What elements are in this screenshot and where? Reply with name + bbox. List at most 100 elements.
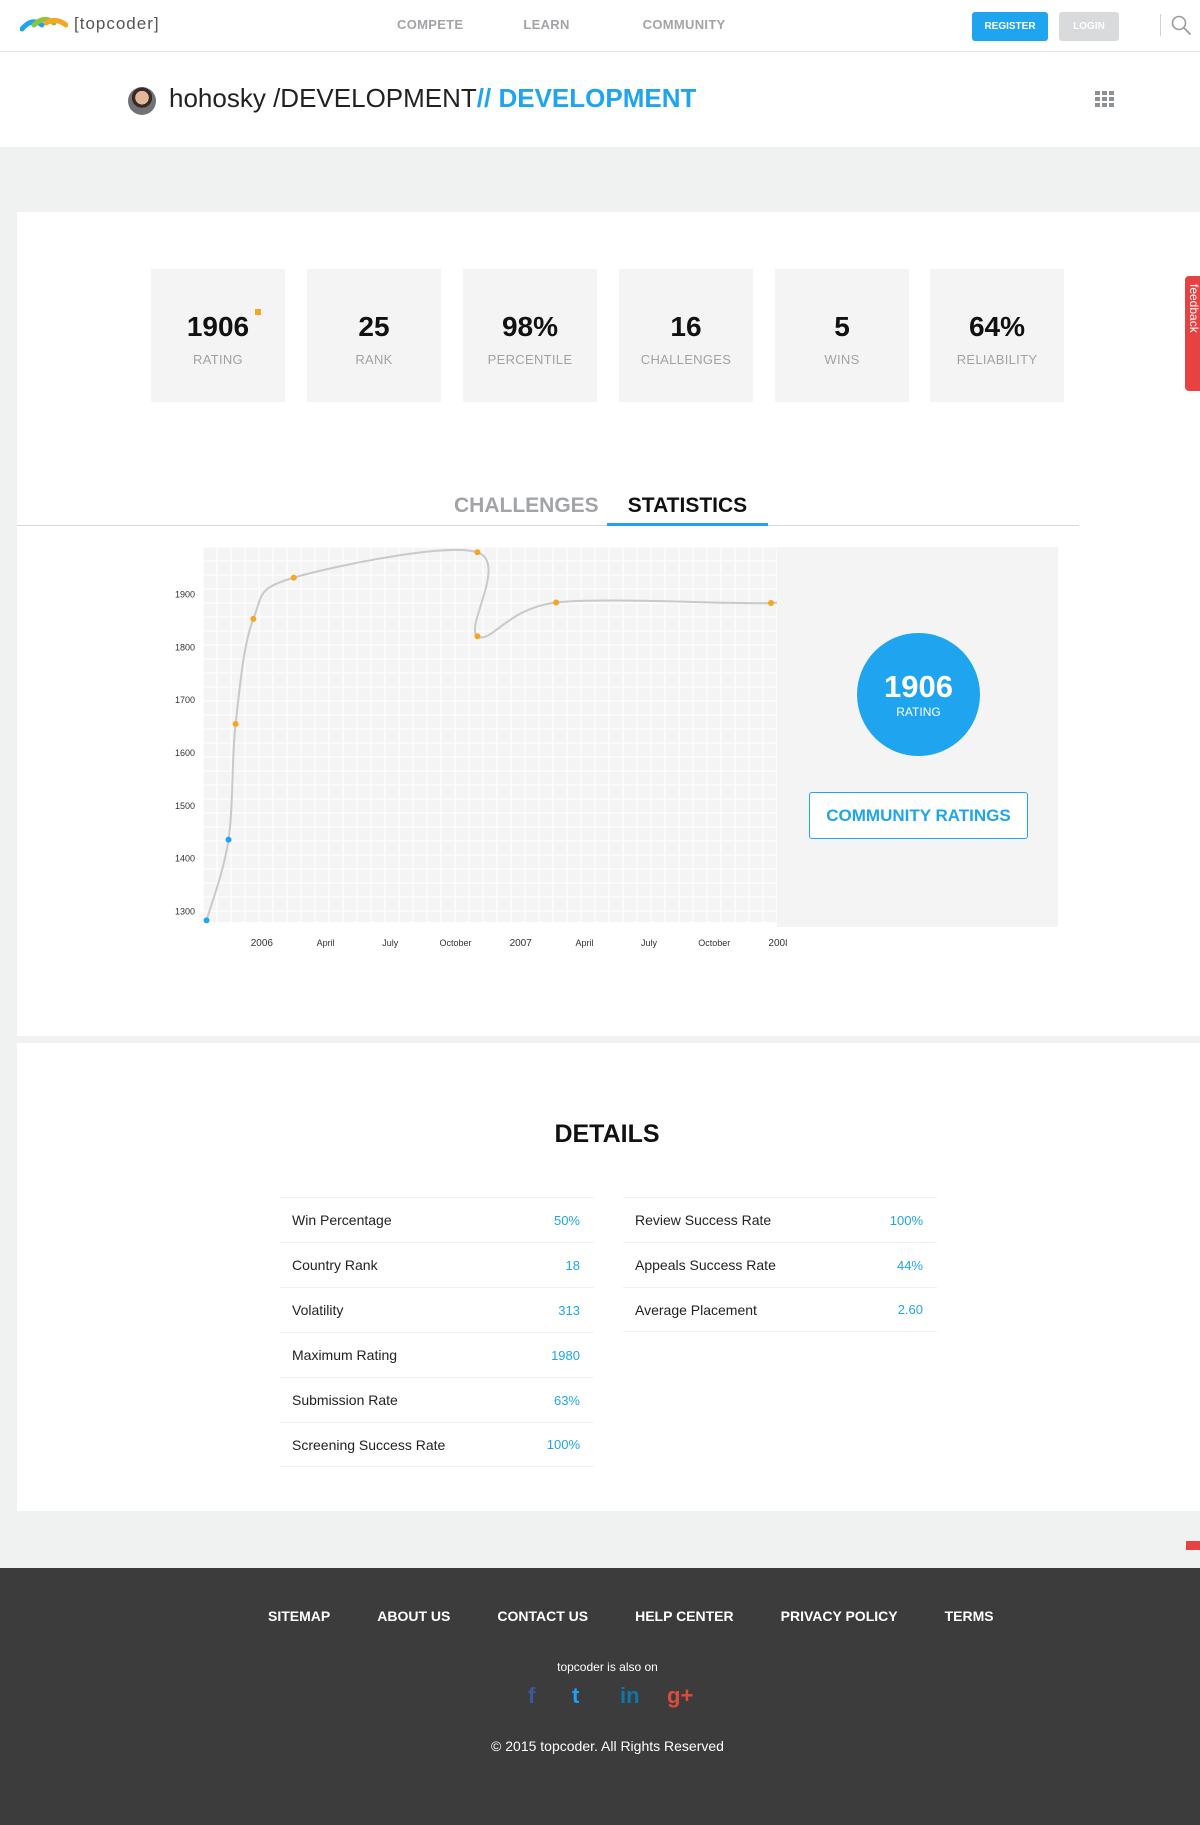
x-tick-label: July bbox=[641, 938, 658, 948]
stat-value: 64% bbox=[968, 311, 1026, 342]
top-navbar: [topcoder] COMPETE LEARN COMMUNITY REGIS… bbox=[0, 0, 1200, 52]
footer-link-help-center[interactable]: HELP CENTER bbox=[635, 1608, 734, 1624]
login-button[interactable]: LOGIN bbox=[1059, 12, 1119, 41]
stat-wins: 5 WINS bbox=[775, 269, 909, 402]
stat-value: 98% bbox=[501, 311, 559, 342]
rating-point bbox=[553, 599, 560, 606]
feedback-tab[interactable]: feedback bbox=[1185, 276, 1200, 391]
rating-color-indicator bbox=[255, 309, 261, 315]
details-value: 44% bbox=[896, 1257, 923, 1273]
rating-point bbox=[250, 615, 257, 622]
details-value: 18 bbox=[565, 1257, 580, 1273]
x-tick-label: October bbox=[698, 938, 730, 948]
details-row: Average Placement 2.60 bbox=[623, 1287, 937, 1332]
details-row: Maximum Rating 1980 bbox=[280, 1332, 594, 1377]
details-value: 313 bbox=[558, 1302, 580, 1318]
rating-summary-panel: 1906 RATING COMMUNITY RATINGS bbox=[777, 547, 1058, 927]
rating-point bbox=[290, 574, 297, 581]
register-button[interactable]: REGISTER bbox=[972, 12, 1048, 41]
x-tick-label: July bbox=[382, 938, 399, 948]
footer-link-sitemap[interactable]: SITEMAP bbox=[268, 1608, 330, 1624]
x-tick-label: 2007 bbox=[510, 938, 533, 949]
copyright: © 2015 topcoder. All Rights Reserved bbox=[491, 1738, 724, 1754]
x-tick-label: April bbox=[576, 938, 594, 948]
page-title: hohosky /DEVELOPMENT// DEVELOPMENT bbox=[169, 83, 696, 114]
stat-rank: 25 RANK bbox=[307, 269, 441, 402]
footer-link-terms[interactable]: TERMS bbox=[945, 1608, 994, 1624]
details-label: Average Placement bbox=[635, 1301, 757, 1318]
handle[interactable]: hohosky bbox=[169, 83, 266, 113]
details-section: DETAILS Win Percentage 50% Country Rank 18… bbox=[17, 1043, 1200, 1511]
details-label: Appeals Success Rate bbox=[635, 1257, 776, 1273]
y-tick-label: 1400 bbox=[175, 854, 195, 864]
footer-link-about-us[interactable]: ABOUT US bbox=[377, 1608, 450, 1624]
rating-point bbox=[474, 633, 481, 640]
community-ratings-button[interactable]: COMMUNITY RATINGS bbox=[809, 792, 1028, 839]
details-row: Submission Rate 63% bbox=[280, 1377, 594, 1422]
details-row: Appeals Success Rate 44% bbox=[623, 1242, 937, 1287]
side-marker bbox=[1186, 1541, 1200, 1550]
rating-circle: 1906 RATING bbox=[857, 633, 980, 756]
footer-link-contact-us[interactable]: CONTACT US bbox=[497, 1608, 588, 1624]
feedback-label: feedback bbox=[1187, 284, 1200, 333]
details-value: 100% bbox=[546, 1437, 580, 1452]
stat-rating: 1906 RATING bbox=[151, 269, 285, 402]
stat-reliability: 64% RELIABILITY bbox=[930, 269, 1064, 402]
nav-divider bbox=[1160, 14, 1161, 36]
stat-value: 5 bbox=[834, 311, 850, 342]
y-tick-label: 1600 bbox=[175, 748, 195, 758]
footer: SITEMAP ABOUT US CONTACT US HELP CENTER … bbox=[0, 1568, 1200, 1825]
rating-point bbox=[203, 917, 210, 924]
nav-community[interactable]: COMMUNITY bbox=[643, 17, 726, 32]
profile-header: hohosky /DEVELOPMENT// DEVELOPMENT bbox=[0, 52, 1200, 147]
rating-label: RATING bbox=[896, 705, 941, 719]
stat-value: 16 bbox=[670, 311, 702, 342]
details-value: 100% bbox=[889, 1212, 923, 1228]
social-caption: topcoder is also on bbox=[557, 1660, 658, 1674]
details-label: Win Percentage bbox=[292, 1212, 392, 1228]
details-value: 50% bbox=[553, 1212, 580, 1228]
details-label: Review Success Rate bbox=[635, 1212, 772, 1228]
stat-percentile: 98% PERCENTILE bbox=[463, 269, 597, 402]
linkedin-icon[interactable]: in bbox=[620, 1683, 640, 1709]
details-value: 63% bbox=[553, 1392, 580, 1408]
topcoder-logo-icon bbox=[20, 17, 68, 32]
stats-section: 1906 RATING 25 RANK 98% PERCENTILE 16 CH… bbox=[17, 212, 1200, 1036]
details-row: Win Percentage 50% bbox=[280, 1197, 594, 1242]
x-tick-label: April bbox=[317, 938, 335, 948]
x-tick-label: 2008 bbox=[768, 938, 787, 949]
active-tab-indicator bbox=[607, 523, 768, 526]
search-icon[interactable] bbox=[1170, 14, 1192, 36]
rating-point bbox=[768, 599, 775, 606]
details-label: Country Rank bbox=[292, 1257, 378, 1273]
nav-learn[interactable]: LEARN bbox=[523, 17, 569, 32]
nav-compete[interactable]: COMPETE bbox=[397, 17, 463, 32]
stat-label: RELIABILITY bbox=[956, 352, 1038, 367]
google-plus-icon[interactable]: g+ bbox=[667, 1683, 693, 1709]
logo-text: [topcoder] bbox=[74, 14, 160, 33]
stat-label: RATING bbox=[193, 352, 243, 367]
x-tick-label: 2006 bbox=[251, 938, 274, 949]
details-value: 1980 bbox=[551, 1347, 580, 1363]
x-tick-label: October bbox=[439, 938, 471, 948]
details-column-left: Win Percentage 50% Country Rank 18 Volatil… bbox=[280, 1197, 594, 1467]
y-tick-label: 1800 bbox=[175, 642, 195, 652]
stat-value: 25 bbox=[358, 311, 390, 342]
subtrack-name: // DEVELOPMENT bbox=[476, 83, 697, 113]
avatar[interactable] bbox=[128, 87, 156, 115]
stat-label: CHALLENGES bbox=[640, 352, 732, 367]
apps-grid-icon[interactable] bbox=[1095, 91, 1115, 107]
details-title: DETAILS bbox=[554, 1120, 660, 1148]
track-name: /DEVELOPMENT bbox=[273, 83, 477, 113]
details-row: Screening Success Rate 100% bbox=[280, 1422, 594, 1467]
rating-history-chart: 1300 1400 1500 1600 1700 1800 1900 2006 April Jul… bbox=[175, 546, 787, 949]
twitter-icon[interactable]: t bbox=[572, 1683, 579, 1709]
y-tick-label: 1700 bbox=[175, 695, 195, 705]
footer-link-privacy-policy[interactable]: PRIVACY POLICY bbox=[781, 1608, 898, 1624]
stat-label: RANK bbox=[355, 352, 393, 367]
logo[interactable]: [topcoder] bbox=[20, 14, 160, 34]
tab-statistics[interactable]: STATISTICS bbox=[607, 494, 768, 526]
tab-challenges[interactable]: CHALLENGES bbox=[454, 494, 599, 518]
facebook-icon[interactable]: f bbox=[528, 1683, 535, 1709]
profile-tabs: CHALLENGES STATISTICS bbox=[17, 482, 1079, 526]
